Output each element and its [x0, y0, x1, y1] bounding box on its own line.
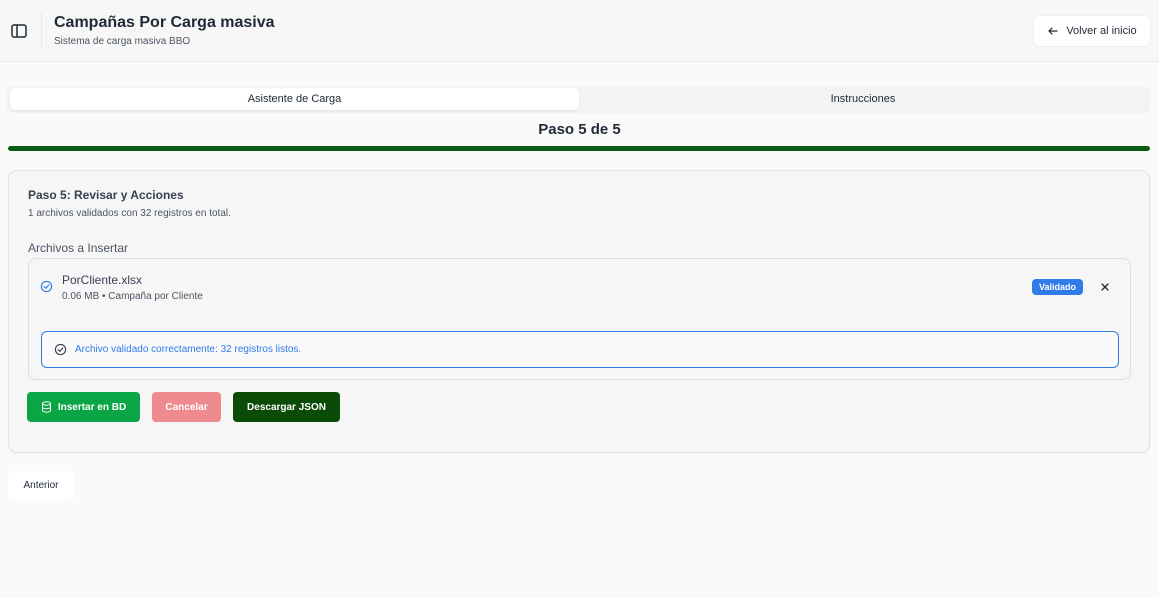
- check-circle-icon: [54, 343, 67, 356]
- progress-bar: [8, 146, 1150, 151]
- tab-instrucciones[interactable]: Instrucciones: [579, 88, 1147, 110]
- main-content: Asistente de Carga Instrucciones Paso 5 …: [0, 74, 1159, 598]
- step-indicator: Paso 5 de 5: [538, 121, 621, 138]
- page-subtitle: Sistema de carga masiva BBO: [54, 36, 191, 47]
- page-title: Campañas Por Carga masiva: [54, 14, 275, 31]
- arrow-left-icon: [1048, 27, 1058, 35]
- header-divider: [41, 12, 42, 49]
- sidebar-toggle-button[interactable]: [8, 20, 30, 42]
- tab-asistente-de-carga[interactable]: Asistente de Carga: [10, 88, 579, 110]
- download-json-button[interactable]: Descargar JSON: [233, 392, 340, 422]
- validation-alert: Archivo validado correctamente: 32 regis…: [41, 331, 1119, 368]
- card-description: 1 archivos validados con 32 registros en…: [28, 208, 231, 219]
- insert-db-button[interactable]: Insertar en BD: [27, 392, 140, 422]
- back-to-home-button[interactable]: Volver al inicio: [1034, 16, 1150, 46]
- file-meta: 0.06 MB • Campaña por Cliente: [62, 291, 203, 302]
- files-section-label: Archivos a Insertar: [28, 241, 129, 255]
- review-card: Paso 5: Revisar y Acciones 1 archivos va…: [8, 170, 1150, 453]
- file-item: PorCliente.xlsx 0.06 MB • Campaña por Cl…: [28, 258, 1131, 380]
- cancel-button[interactable]: Cancelar: [152, 392, 221, 422]
- insert-db-label: Insertar en BD: [57, 401, 127, 413]
- card-title: Paso 5: Revisar y Acciones: [28, 188, 184, 202]
- back-button-label: Volver al inicio: [1066, 25, 1137, 37]
- tab-list: Asistente de Carga Instrucciones: [7, 86, 1150, 113]
- validation-alert-text: Archivo validado correctamente: 32 regis…: [75, 344, 302, 355]
- previous-button[interactable]: Anterior: [8, 471, 74, 500]
- app-header: Campañas Por Carga masiva Sistema de car…: [0, 0, 1159, 62]
- close-icon: [1101, 283, 1109, 291]
- remove-file-button[interactable]: [1097, 279, 1113, 295]
- file-name: PorCliente.xlsx: [62, 273, 143, 287]
- check-circle-icon: [40, 280, 53, 293]
- progress-bar-fill: [8, 146, 1150, 151]
- database-icon: [41, 401, 51, 413]
- sidebar-panel-icon: [11, 24, 27, 38]
- status-badge: Validado: [1032, 279, 1084, 295]
